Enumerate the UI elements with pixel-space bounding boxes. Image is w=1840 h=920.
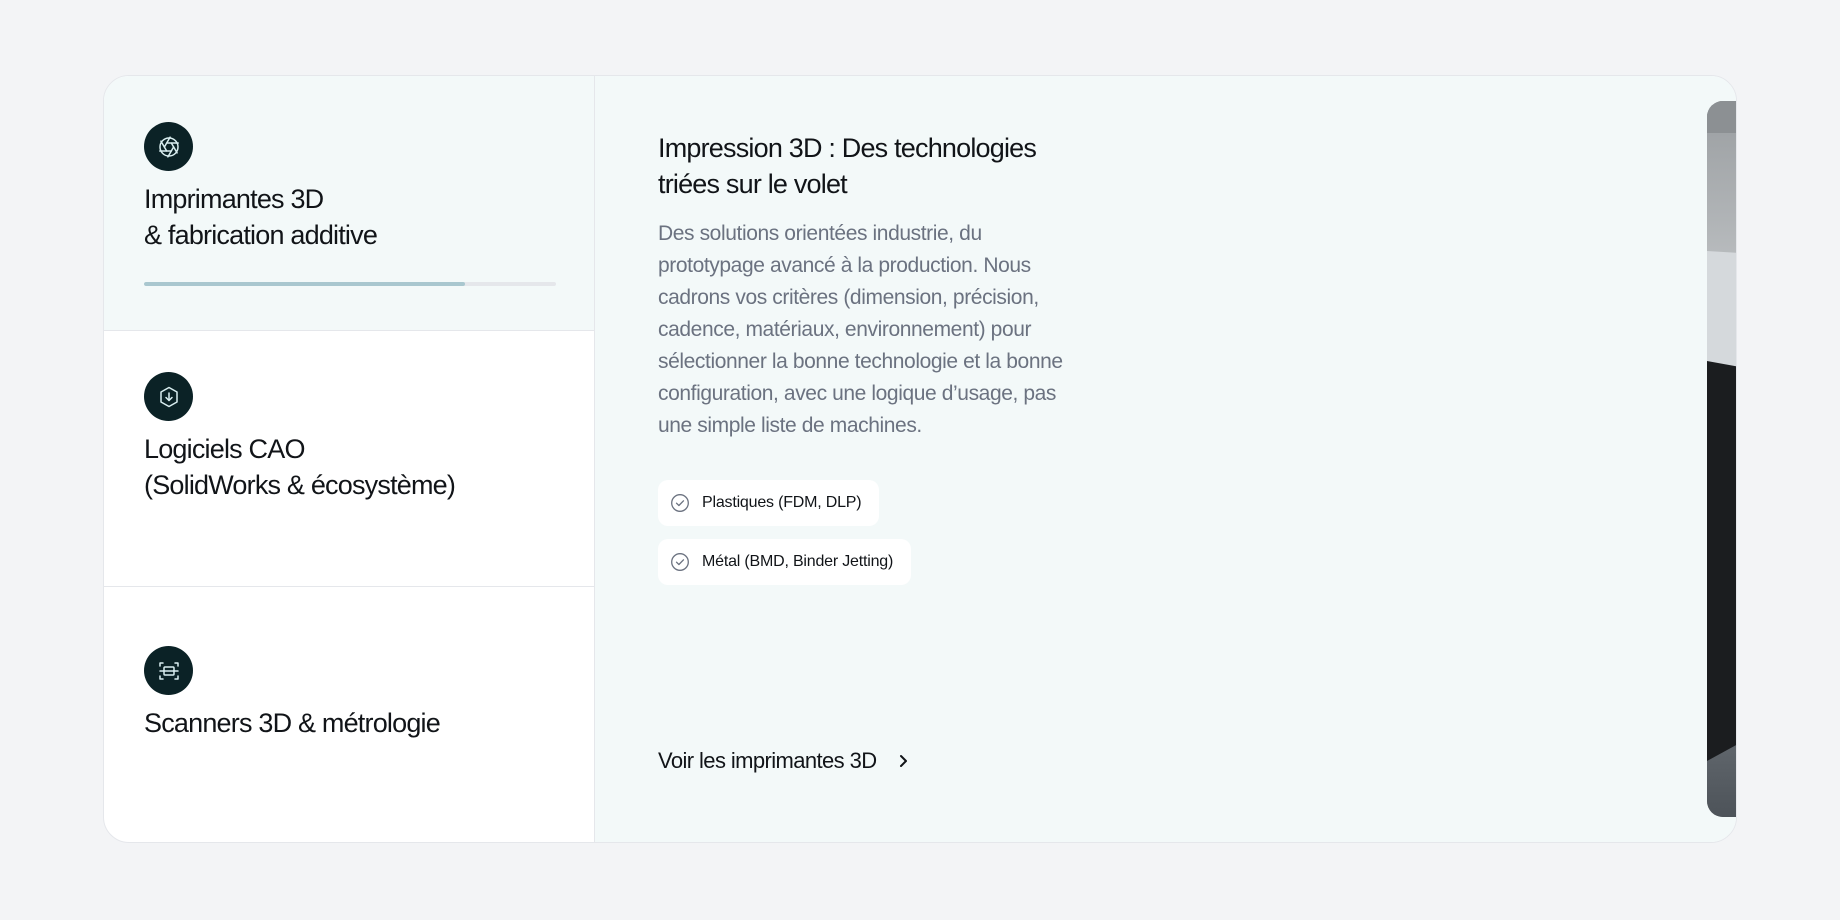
feature-tag-label: Métal (BMD, Binder Jetting) xyxy=(702,553,894,570)
aperture-icon xyxy=(144,122,193,171)
category-progress-bar xyxy=(144,282,556,286)
cta-label: Voir les imprimantes 3D xyxy=(658,748,877,773)
sidebar-item-3d-scanners[interactable]: Scanners 3D & métrologie xyxy=(104,588,594,842)
feature-tag: Plastiques (FDM, DLP) xyxy=(658,480,880,526)
product-category-card: Imprimantes 3D & fabrication additive Lo… xyxy=(103,75,1737,843)
sidebar-item-cad-software[interactable]: Logiciels CAO (SolidWorks & écosystème) xyxy=(104,332,594,587)
view-printers-link[interactable]: Voir les imprimantes 3D xyxy=(658,748,911,774)
category-content-panel: Impression 3D : Des technologies triées … xyxy=(595,76,1736,842)
sidebar-item-label: Scanners 3D & métrologie xyxy=(144,708,441,738)
sidebar-item-label: Logiciels CAO (SolidWorks & écosystème) xyxy=(144,434,456,500)
check-circle-icon xyxy=(670,552,690,572)
sidebar-item-label: Imprimantes 3D & fabrication additive xyxy=(144,184,378,250)
content-description: Des solutions orientées industrie, du pr… xyxy=(658,222,1063,437)
sidebar-item-3d-printers[interactable]: Imprimantes 3D & fabrication additive xyxy=(104,76,594,331)
scan-icon xyxy=(144,646,193,695)
feature-tag: Métal (BMD, Binder Jetting) xyxy=(658,539,912,585)
progress-fill xyxy=(144,282,466,286)
download-cube-icon xyxy=(144,372,193,421)
category-sidebar: Imprimantes 3D & fabrication additive Lo… xyxy=(104,76,595,842)
content-title: Impression 3D : Des technologies triées … xyxy=(658,133,1037,199)
check-circle-icon xyxy=(670,493,690,513)
chevron-right-icon xyxy=(895,753,911,769)
feature-tag-label: Plastiques (FDM, DLP) xyxy=(702,494,862,511)
3d-printer-factory-photo xyxy=(1707,101,1736,817)
